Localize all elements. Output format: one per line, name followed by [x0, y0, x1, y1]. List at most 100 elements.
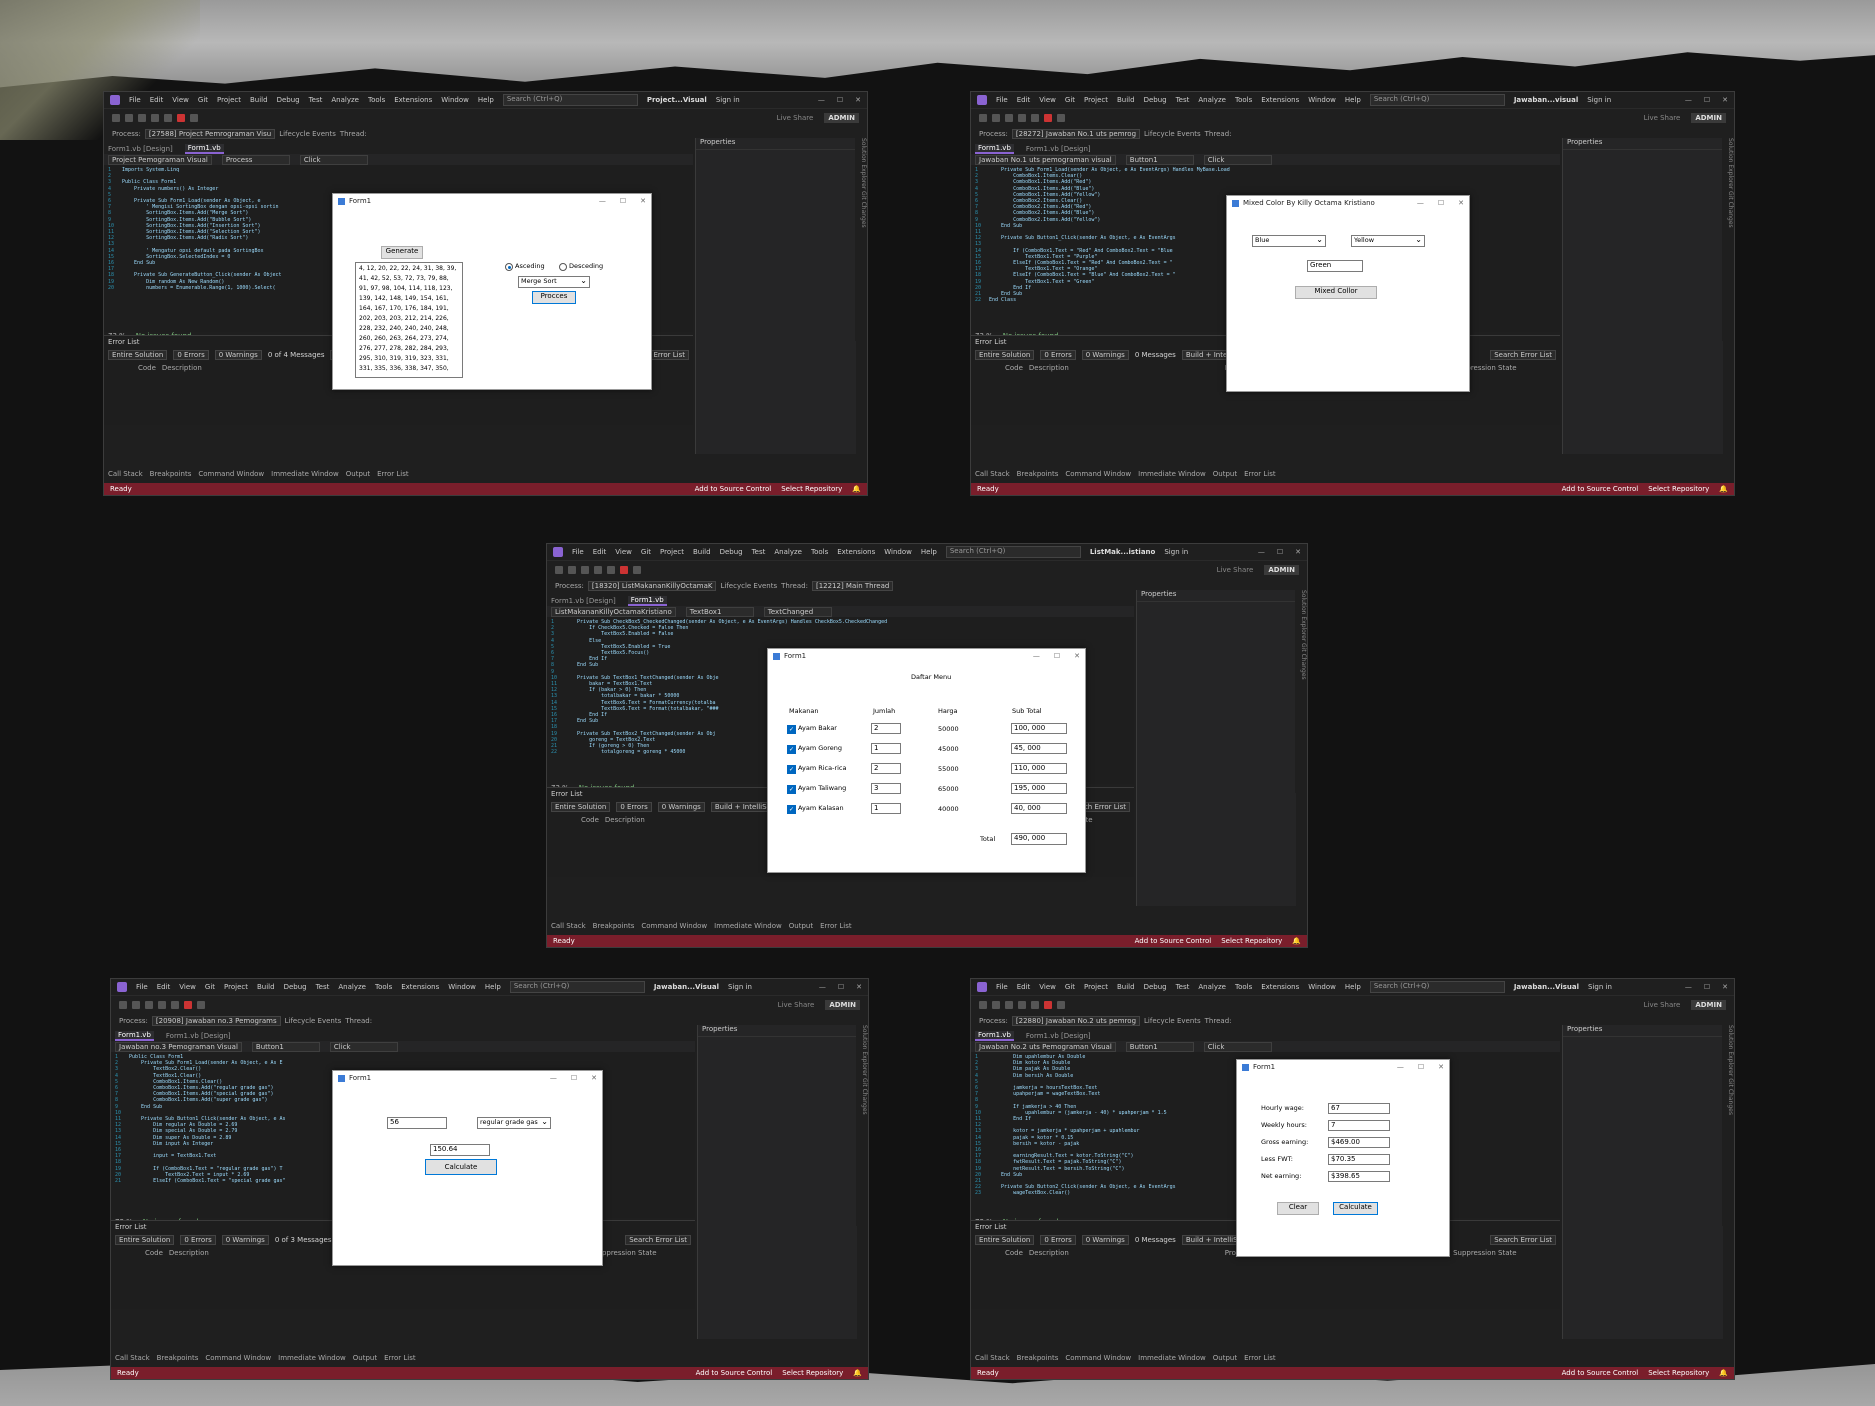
maximize-icon[interactable]: ☐	[1704, 96, 1710, 104]
menu-item[interactable]: Project	[1084, 983, 1108, 991]
calculate-button[interactable]: Calculate	[425, 1159, 497, 1175]
notification-icon[interactable]: 🔔	[853, 1369, 862, 1377]
project-dropdown[interactable]: Jawaban No.1 uts pemograman visual	[975, 154, 1116, 165]
back-icon[interactable]	[112, 114, 120, 122]
save-icon[interactable]	[138, 114, 146, 122]
select-repository[interactable]: Select Repository	[781, 485, 842, 493]
code-line[interactable]: Private Sub TextBox1_TextChanged(sender …	[565, 675, 719, 681]
code-line[interactable]: If (ComboBox1.Text = "regular grade gas"…	[129, 1166, 282, 1172]
close-icon[interactable]: ✕	[1074, 652, 1080, 660]
messages-filter[interactable]: 0 Messages	[1135, 351, 1176, 359]
menu-item[interactable]: Git	[198, 96, 208, 104]
redo-icon[interactable]	[607, 566, 615, 574]
maximize-icon[interactable]: ☐	[1418, 1063, 1424, 1071]
restart-icon[interactable]	[197, 1001, 205, 1009]
sign-in-link[interactable]: Sign in	[716, 96, 740, 104]
subtotal-textbox[interactable]: 100, 000	[1011, 723, 1067, 734]
menu-item[interactable]: Debug	[720, 548, 743, 556]
warnings-filter[interactable]: 0 Warnings	[214, 350, 262, 360]
code-line[interactable]: totalbakar = bakar * 50000	[565, 693, 679, 699]
bottom-tab[interactable]: Immediate Window	[278, 1354, 346, 1362]
forward-icon[interactable]	[992, 1001, 1000, 1009]
code-line[interactable]: SortingBox.Items.Add("Bubble Sort")	[122, 217, 251, 223]
code-line[interactable]: ComboBox1.Items.Add("Yellow")	[989, 192, 1100, 198]
code-line[interactable]: End If	[565, 656, 607, 662]
code-line[interactable]: End Sub	[565, 718, 598, 724]
mixed-color-button[interactable]: Mixed Collor	[1295, 286, 1377, 299]
object-dropdown[interactable]: Process	[221, 154, 290, 165]
bottom-tab[interactable]: Call Stack	[115, 1354, 150, 1362]
col-suppression[interactable]: Suppression State	[1453, 1249, 1517, 1257]
maximize-icon[interactable]: ☐	[1704, 983, 1710, 991]
add-source-control[interactable]: Add to Source Control	[1562, 1369, 1639, 1377]
messages-filter[interactable]: 0 Messages	[1135, 1236, 1176, 1244]
code-line[interactable]: ComboBox1.Items.Add("special grade gas")	[129, 1091, 273, 1097]
item-checkbox[interactable]: ✓	[787, 745, 796, 754]
menu-item[interactable]: Build	[257, 983, 275, 991]
col-code[interactable]: Code	[138, 364, 156, 372]
item-checkbox[interactable]: ✓	[787, 805, 796, 814]
project-dropdown[interactable]: Jawaban no.3 Pemograman Visual	[115, 1041, 242, 1052]
code-line[interactable]: ElseIf (ComboBox1.Text = "special grade …	[129, 1178, 285, 1184]
list-item[interactable]: 276, 277, 278, 282, 284, 293,	[359, 344, 459, 354]
col-code[interactable]: Code	[1005, 1249, 1023, 1257]
generate-button[interactable]: Generate	[381, 246, 423, 259]
minimize-icon[interactable]: —	[550, 1074, 557, 1082]
result-textbox[interactable]: Green	[1307, 260, 1363, 272]
menu-item[interactable]: Extensions	[1261, 983, 1299, 991]
code-line[interactable]: Private Sub Button1_Click(sender As Obje…	[129, 1116, 286, 1122]
bottom-tab[interactable]: Immediate Window	[1138, 470, 1206, 478]
solution-explorer-tab[interactable]: Solution Explorer	[1300, 590, 1307, 641]
add-source-control[interactable]: Add to Source Control	[1562, 485, 1639, 493]
code-line[interactable]: Public Class Form1	[122, 179, 176, 185]
item-checkbox[interactable]: ✓	[787, 785, 796, 794]
code-line[interactable]: upahperjam = wageTextBox.Text	[989, 1091, 1100, 1097]
editor-tab[interactable]: Form1.vb	[627, 596, 667, 606]
code-line[interactable]: fwtResult.Text = pajak.ToString("C")	[989, 1159, 1121, 1165]
menu-item[interactable]: View	[172, 96, 189, 104]
payroll-textbox[interactable]: $398.65	[1328, 1171, 1390, 1182]
code-line[interactable]: ComboBox1.Items.Clear()	[989, 173, 1082, 179]
restart-icon[interactable]	[1057, 1001, 1065, 1009]
code-line[interactable]: TextBox1.Clear()	[129, 1073, 201, 1079]
search-input[interactable]: Search (Ctrl+Q)	[502, 94, 638, 106]
warnings-filter[interactable]: 0 Warnings	[221, 1235, 269, 1245]
git-changes-tab[interactable]: Git Changes	[860, 191, 867, 228]
redo-icon[interactable]	[1031, 114, 1039, 122]
undo-icon[interactable]	[151, 114, 159, 122]
process-dropdown[interactable]: [27588] Project Pemrograman Visu	[144, 129, 276, 139]
project-dropdown[interactable]: Jawaban No.2 uts Pemograman Visual	[975, 1041, 1116, 1052]
code-line[interactable]: earningResult.Text = kotor.ToString("C")	[989, 1153, 1133, 1159]
code-line[interactable]: TextBox6.Text = Format(totalbakar, "###	[565, 706, 718, 712]
code-line[interactable]: SortingBox.Items.Add("Insertion Sort")	[122, 223, 260, 229]
payroll-textbox[interactable]: 7	[1328, 1120, 1390, 1131]
code-line[interactable]: upahlembur = (jamkerja - 40) * upahperja…	[989, 1110, 1167, 1116]
event-dropdown[interactable]: Click	[1203, 154, 1272, 165]
object-dropdown[interactable]: Button1	[251, 1041, 320, 1052]
list-item[interactable]: 331, 335, 336, 338, 347, 350,	[359, 364, 459, 374]
menu-item[interactable]: Debug	[1144, 983, 1167, 991]
git-changes-tab[interactable]: Git Changes	[1727, 191, 1734, 228]
scope-dropdown[interactable]: Entire Solution	[108, 350, 168, 360]
scope-dropdown[interactable]: Entire Solution	[115, 1235, 175, 1245]
code-line[interactable]: End Sub	[565, 662, 598, 668]
warnings-filter[interactable]: 0 Warnings	[1081, 1235, 1129, 1245]
menu-item[interactable]: Analyze	[338, 983, 366, 991]
notification-icon[interactable]: 🔔	[1292, 937, 1301, 945]
qty-textbox[interactable]: 2	[871, 763, 901, 774]
undo-icon[interactable]	[1018, 1001, 1026, 1009]
menu-item[interactable]: Tools	[1235, 96, 1252, 104]
descending-radio[interactable]	[559, 263, 567, 271]
live-share-button[interactable]: Live Share	[1644, 1001, 1681, 1009]
bottom-tab[interactable]: Call Stack	[551, 922, 586, 930]
stop-icon[interactable]	[1044, 114, 1052, 122]
qty-textbox[interactable]: 3	[871, 783, 901, 794]
thread-dropdown[interactable]: [12212] Main Thread	[811, 581, 894, 591]
menu-item[interactable]: View	[1039, 96, 1056, 104]
scope-dropdown[interactable]: Entire Solution	[975, 1235, 1035, 1245]
bottom-tab[interactable]: Breakpoints	[157, 1354, 199, 1362]
sign-in-link[interactable]: Sign in	[1588, 983, 1612, 991]
code-line[interactable]: Dim kotor As Double	[989, 1060, 1070, 1066]
forward-icon[interactable]	[992, 114, 1000, 122]
list-item[interactable]: 91, 97, 98, 104, 114, 118, 123,	[359, 284, 459, 294]
